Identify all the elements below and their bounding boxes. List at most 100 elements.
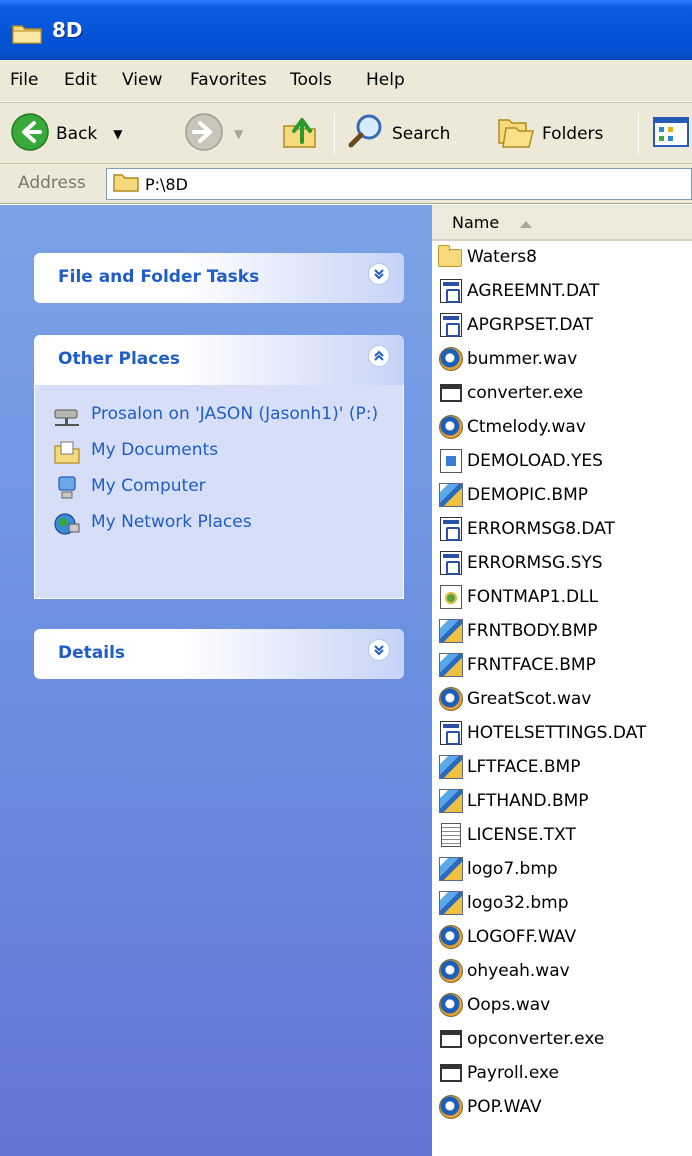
address-field[interactable]: P:\8D bbox=[106, 168, 692, 200]
file-item[interactable]: Oops.wav bbox=[438, 988, 550, 1022]
place-my-network-places[interactable]: My Network Places bbox=[53, 511, 403, 537]
file-item[interactable]: LICENSE.TXT bbox=[438, 818, 576, 852]
executable-icon bbox=[438, 380, 464, 406]
up-folder-icon bbox=[280, 112, 320, 157]
file-item[interactable]: ohyeah.wav bbox=[438, 954, 570, 988]
bitmap-icon bbox=[438, 482, 464, 508]
bitmap-icon bbox=[438, 618, 464, 644]
file-item[interactable]: HOTELSETTINGS.DAT bbox=[438, 716, 646, 750]
place-my-computer[interactable]: My Computer bbox=[53, 475, 403, 501]
menu-view[interactable]: View bbox=[122, 70, 162, 90]
details-panel: Details bbox=[34, 629, 404, 679]
network-drive-icon bbox=[53, 403, 85, 429]
file-item[interactable]: FONTMAP1.DLL bbox=[438, 580, 598, 614]
file-list: Name Waters8 AGREEMNT.DAT APGRPSET.DAT bumm… bbox=[432, 205, 692, 1156]
file-name: DEMOPIC.BMP bbox=[467, 485, 589, 505]
audio-file-icon bbox=[438, 346, 464, 372]
file-item[interactable]: opconverter.exe bbox=[438, 1022, 604, 1056]
forward-dropdown-icon[interactable]: ▼ bbox=[234, 127, 243, 141]
up-folder-button[interactable] bbox=[280, 111, 320, 157]
audio-file-icon bbox=[438, 924, 464, 950]
file-item[interactable]: GreatScot.wav bbox=[438, 682, 591, 716]
file-item[interactable]: bummer.wav bbox=[438, 342, 577, 376]
file-name: POP.WAV bbox=[467, 1097, 542, 1117]
file-name: logo7.bmp bbox=[467, 859, 558, 879]
place-label: My Documents bbox=[91, 440, 219, 460]
name-column-header[interactable]: Name bbox=[432, 205, 692, 241]
file-item[interactable]: LOGOFF.WAV bbox=[438, 920, 576, 954]
menu-help[interactable]: Help bbox=[366, 70, 405, 90]
file-item[interactable]: FRNTBODY.BMP bbox=[438, 614, 598, 648]
folder-icon bbox=[113, 172, 139, 197]
file-name: LFTHAND.BMP bbox=[467, 791, 589, 811]
place-network-drive[interactable]: Prosalon on 'JASON (Jasonh1)' (P:) bbox=[53, 403, 403, 429]
file-item[interactable]: Waters8 bbox=[438, 240, 537, 274]
bitmap-icon bbox=[438, 890, 464, 916]
title-bar[interactable]: 8D bbox=[0, 0, 692, 60]
name-column-label: Name bbox=[452, 213, 500, 232]
place-my-documents[interactable]: My Documents bbox=[53, 439, 403, 465]
file-name: bummer.wav bbox=[467, 349, 578, 369]
file-name: APGRPSET.DAT bbox=[467, 315, 593, 335]
file-name: opconverter.exe bbox=[467, 1029, 605, 1049]
file-item[interactable]: LFTFACE.BMP bbox=[438, 750, 580, 784]
file-item[interactable]: FRNTFACE.BMP bbox=[438, 648, 596, 682]
other-places-list: Prosalon on 'JASON (Jasonh1)' (P:) My Do… bbox=[34, 385, 404, 599]
forward-arrow-icon bbox=[184, 112, 224, 157]
other-places-header[interactable]: Other Places bbox=[34, 335, 404, 385]
file-name: DEMOLOAD.YES bbox=[467, 451, 603, 471]
data-file-icon bbox=[438, 720, 464, 746]
file-item[interactable]: APGRPSET.DAT bbox=[438, 308, 593, 342]
bitmap-icon bbox=[438, 856, 464, 882]
menu-tools[interactable]: Tools bbox=[290, 70, 332, 90]
back-label: Back bbox=[56, 124, 98, 144]
views-button[interactable] bbox=[652, 111, 692, 157]
file-item[interactable]: Ctmelody.wav bbox=[438, 410, 586, 444]
file-name: AGREEMNT.DAT bbox=[467, 281, 600, 301]
file-name: HOTELSETTINGS.DAT bbox=[467, 723, 647, 743]
place-label: My Network Places bbox=[91, 512, 252, 532]
expand-chevron-icon[interactable] bbox=[368, 263, 390, 285]
file-item[interactable]: converter.exe bbox=[438, 376, 583, 410]
file-item[interactable]: LFTHAND.BMP bbox=[438, 784, 589, 818]
other-places-panel: Other Places Prosalon on 'JASON (Jasonh1… bbox=[34, 335, 404, 599]
data-file-icon bbox=[438, 312, 464, 338]
file-folder-tasks-title: File and Folder Tasks bbox=[58, 267, 260, 287]
file-item[interactable]: DEMOPIC.BMP bbox=[438, 478, 588, 512]
task-pane: File and Folder Tasks Other Places Prosa… bbox=[0, 205, 432, 1156]
folders-icon bbox=[496, 112, 536, 157]
file-name: logo32.bmp bbox=[467, 893, 569, 913]
folder-icon bbox=[438, 244, 464, 270]
collapse-chevron-icon[interactable] bbox=[368, 345, 390, 367]
file-item[interactable]: logo7.bmp bbox=[438, 852, 558, 886]
file-icon bbox=[438, 448, 464, 474]
menu-bar: File Edit View Favorites Tools Help bbox=[0, 60, 692, 102]
file-item[interactable]: AGREEMNT.DAT bbox=[438, 274, 599, 308]
file-item[interactable]: ERRORMSG8.DAT bbox=[438, 512, 615, 546]
file-name: FONTMAP1.DLL bbox=[467, 587, 599, 607]
file-name: Ctmelody.wav bbox=[467, 417, 586, 437]
file-name: FRNTBODY.BMP bbox=[467, 621, 598, 641]
details-header[interactable]: Details bbox=[34, 629, 404, 679]
place-label: My Computer bbox=[91, 476, 206, 496]
file-item[interactable]: POP.WAV bbox=[438, 1090, 542, 1124]
folders-button[interactable]: Folders bbox=[496, 111, 603, 157]
forward-button[interactable]: ▼ bbox=[184, 111, 243, 157]
menu-edit[interactable]: Edit bbox=[64, 70, 97, 90]
back-button[interactable]: Back ▼ bbox=[10, 111, 123, 157]
address-label: Address bbox=[18, 173, 86, 193]
search-button[interactable]: Search bbox=[346, 111, 450, 157]
menu-file[interactable]: File bbox=[10, 70, 38, 90]
dll-icon bbox=[438, 584, 464, 610]
expand-chevron-icon[interactable] bbox=[368, 639, 390, 661]
file-item[interactable]: ERRORMSG.SYS bbox=[438, 546, 603, 580]
menu-favorites[interactable]: Favorites bbox=[190, 70, 267, 90]
file-name: Oops.wav bbox=[467, 995, 551, 1015]
file-item[interactable]: Payroll.exe bbox=[438, 1056, 559, 1090]
back-dropdown-icon[interactable]: ▼ bbox=[113, 127, 122, 141]
file-name: ohyeah.wav bbox=[467, 961, 570, 981]
file-item[interactable]: DEMOLOAD.YES bbox=[438, 444, 603, 478]
file-name: LICENSE.TXT bbox=[467, 825, 576, 845]
file-folder-tasks-header[interactable]: File and Folder Tasks bbox=[34, 253, 404, 303]
file-item[interactable]: logo32.bmp bbox=[438, 886, 569, 920]
